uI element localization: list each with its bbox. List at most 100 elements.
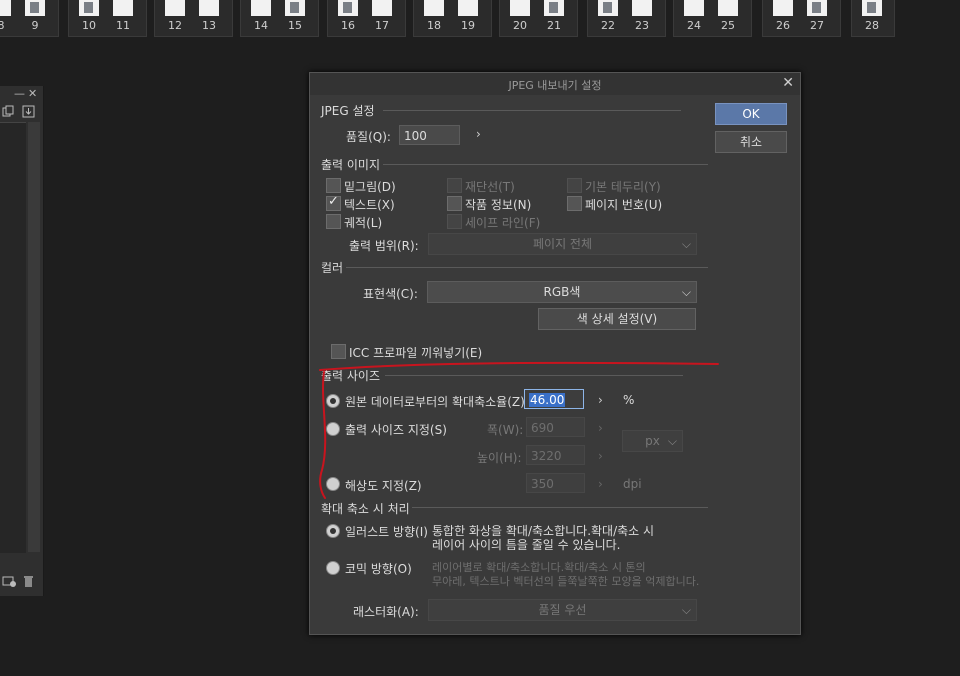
- scale-input[interactable]: 46.00: [524, 389, 584, 409]
- height-label: 높이(H):: [477, 451, 522, 465]
- page-group[interactable]: 24 25: [673, 0, 752, 37]
- dialog-close-icon[interactable]: ✕: [782, 75, 794, 91]
- page-number: 19: [461, 19, 475, 32]
- page-group[interactable]: 10 11: [68, 0, 147, 37]
- scale-unit: %: [623, 393, 635, 407]
- color-mode-select[interactable]: RGB색 ⌵: [427, 281, 697, 303]
- close-button[interactable]: ✕: [28, 88, 37, 100]
- grid-checkbox[interactable]: [326, 214, 341, 229]
- page-group[interactable]: 26 27: [762, 0, 841, 37]
- illust-desc-line: 통합한 화상을 확대/축소합니다.확대/축소 시: [432, 524, 655, 538]
- work-info-checkbox[interactable]: [447, 196, 462, 211]
- output-size-section-title: 출력 사이즈: [321, 369, 381, 383]
- page-thumbnail[interactable]: [0, 0, 11, 16]
- add-page-icon[interactable]: [2, 576, 18, 591]
- dialog-titlebar[interactable]: JPEG 내보내기 설정 ✕: [310, 73, 800, 95]
- color-mode-label: 표현색(C):: [363, 287, 418, 301]
- page-group[interactable]: 20 21: [499, 0, 578, 37]
- dialog-title: JPEG 내보내기 설정: [508, 79, 602, 92]
- quality-input[interactable]: 100: [399, 125, 460, 145]
- page-thumbnail[interactable]: [510, 0, 530, 16]
- page-group[interactable]: 22 23: [587, 0, 666, 37]
- page-thumbnail[interactable]: [165, 0, 185, 16]
- panel-list[interactable]: [0, 122, 26, 553]
- resolution-radio[interactable]: [326, 477, 340, 491]
- page-number: 11: [116, 19, 130, 32]
- illust-radio[interactable]: [326, 524, 340, 538]
- scale-radio[interactable]: [326, 394, 340, 408]
- page-thumbnail[interactable]: [684, 0, 704, 16]
- page-thumbnail[interactable]: [25, 0, 45, 16]
- rasterize-select[interactable]: 품질 우선 ⌵: [428, 599, 697, 621]
- safe-line-checkbox[interactable]: [447, 214, 462, 229]
- minimize-button[interactable]: —: [14, 88, 25, 100]
- page-thumbnail[interactable]: [372, 0, 392, 16]
- illust-description: 통합한 화상을 확대/축소합니다.확대/축소 시 레이어 사이의 틈을 줄일 수…: [432, 524, 654, 552]
- crop-marks-checkbox[interactable]: [447, 178, 462, 193]
- unit-select[interactable]: px ⌵: [622, 430, 683, 452]
- page-thumbnail[interactable]: [718, 0, 738, 16]
- page-thumbnail[interactable]: [862, 0, 882, 16]
- page-thumbnail[interactable]: [424, 0, 444, 16]
- divider: [383, 110, 681, 111]
- height-arrow-icon[interactable]: ›: [598, 449, 603, 463]
- height-input[interactable]: 3220: [526, 445, 585, 465]
- resolution-input[interactable]: 350: [526, 473, 585, 493]
- color-detail-button[interactable]: 색 상세 설정(V): [538, 308, 696, 330]
- icc-checkbox[interactable]: [331, 344, 346, 359]
- comic-radio[interactable]: [326, 561, 340, 575]
- illust-desc-line: 레이어 사이의 틈을 줄일 수 있습니다.: [432, 538, 621, 552]
- page-thumbnail[interactable]: [79, 0, 99, 16]
- cancel-button[interactable]: 취소: [715, 131, 787, 153]
- page-number: 9: [31, 19, 39, 32]
- page-thumbnail[interactable]: [338, 0, 358, 16]
- scale-arrow-icon[interactable]: ›: [598, 393, 603, 407]
- page-group[interactable]: 16 17: [327, 0, 406, 37]
- default-border-checkbox[interactable]: [567, 178, 582, 193]
- page-group[interactable]: 89: [0, 0, 59, 37]
- import-icon[interactable]: [22, 105, 35, 121]
- page-thumbnail[interactable]: [773, 0, 793, 16]
- page-thumbnail[interactable]: [807, 0, 827, 16]
- page-group[interactable]: 14 15: [240, 0, 319, 37]
- sketch-checkbox[interactable]: [326, 178, 341, 193]
- ok-button[interactable]: OK: [715, 103, 787, 125]
- width-arrow-icon[interactable]: ›: [598, 421, 603, 435]
- page-number: 14: [254, 19, 268, 32]
- text-checkbox[interactable]: ✓: [326, 194, 341, 211]
- color-section-title: 컬러: [321, 261, 344, 275]
- unit-value: px: [645, 434, 660, 448]
- resolution-arrow-icon[interactable]: ›: [598, 477, 603, 491]
- page-number: 16: [341, 19, 355, 32]
- page-group[interactable]: 28: [851, 0, 895, 37]
- page-thumbnail[interactable]: [458, 0, 478, 16]
- width-label: 폭(W):: [487, 423, 524, 437]
- output-image-section-title: 출력 이미지: [321, 158, 381, 172]
- page-group[interactable]: 12 13: [154, 0, 233, 37]
- page-thumbnail[interactable]: [285, 0, 305, 16]
- trash-icon[interactable]: [23, 575, 34, 591]
- output-size-radio[interactable]: [326, 422, 340, 436]
- page-thumbnail[interactable]: [113, 0, 133, 16]
- quality-arrow-icon[interactable]: ›: [476, 127, 481, 141]
- illust-label: 일러스트 방향(I): [345, 525, 428, 539]
- page-thumbnail[interactable]: [544, 0, 564, 16]
- crop-marks-label: 재단선(T): [465, 180, 515, 194]
- copy-icon[interactable]: [2, 105, 14, 120]
- side-panel: — ✕: [0, 86, 44, 596]
- page-thumbnail[interactable]: [199, 0, 219, 16]
- comic-desc-line: 레이어별로 확대/축소합니다.확대/축소 시 톤의: [432, 561, 646, 574]
- width-input[interactable]: 690: [526, 417, 585, 437]
- page-thumbnail[interactable]: [598, 0, 618, 16]
- divider: [412, 507, 708, 508]
- page-number: 8: [0, 19, 5, 32]
- panel-scrollbar[interactable]: [28, 122, 40, 552]
- page-number: 28: [865, 19, 879, 32]
- page-thumbnail[interactable]: [251, 0, 271, 16]
- page-number-checkbox[interactable]: [567, 196, 582, 211]
- page-group[interactable]: 18 19: [413, 0, 492, 37]
- divider: [346, 267, 708, 268]
- comic-desc-line: 무아레, 텍스트나 벡터선의 들쭉날쭉한 모양을 억제합니다.: [432, 575, 700, 588]
- page-thumbnail[interactable]: [632, 0, 652, 16]
- output-range-select[interactable]: 페이지 전체 ⌵: [428, 233, 697, 255]
